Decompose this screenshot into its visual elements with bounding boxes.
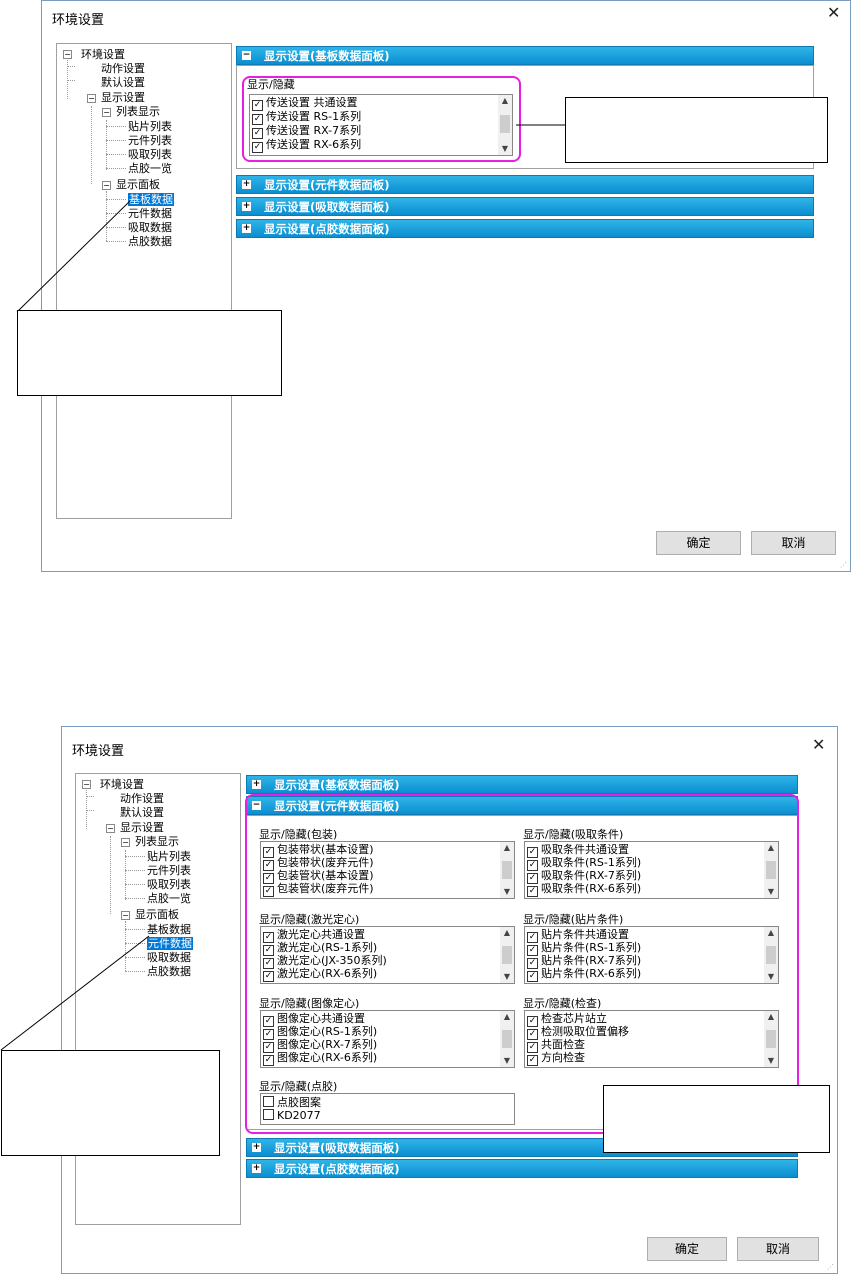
callout-box [1, 1050, 220, 1156]
callout-box [603, 1085, 830, 1153]
callout-box [17, 310, 282, 396]
callout-box [565, 97, 828, 163]
